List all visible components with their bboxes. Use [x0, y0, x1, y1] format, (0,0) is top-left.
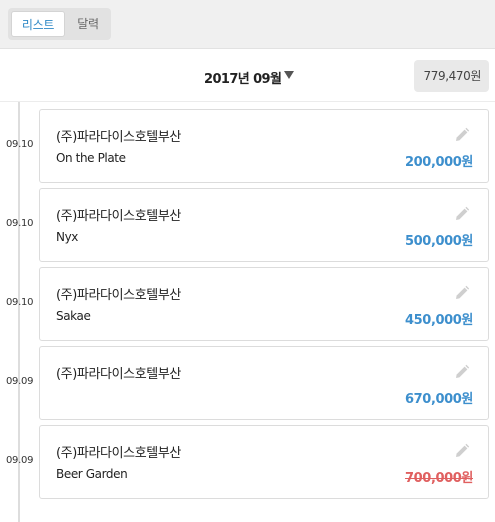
transaction-date: 09.10 [6, 218, 34, 229]
tab-list[interactable]: 리스트 [11, 11, 65, 37]
transaction-row: 09.10 (주)파라다이스호텔부산 Sakae 450,000원 [0, 267, 495, 341]
transaction-date: 09.10 [6, 139, 34, 150]
transaction-date: 09.09 [6, 376, 34, 387]
merchant-name: (주)파라다이스호텔부산 [56, 446, 181, 461]
month-bar: 2017년 09월 779,470원 [0, 50, 495, 102]
merchant-name: (주)파라다이스호텔부산 [56, 209, 181, 224]
month-total: 779,470원 [414, 60, 489, 92]
transaction-row: 09.10 (주)파라다이스호텔부산 Nyx 500,000원 [0, 188, 495, 262]
merchant-name: (주)파라다이스호텔부산 [56, 367, 181, 382]
transaction-card[interactable]: (주)파라다이스호텔부산 On the Plate 200,000원 [39, 109, 489, 183]
transaction-amount: 200,000원 [405, 155, 473, 170]
transaction-date: 09.09 [6, 455, 34, 466]
caret-down-icon[interactable] [284, 71, 294, 79]
pencil-icon[interactable] [454, 443, 470, 459]
transaction-amount-cancelled: 700,000원 [405, 471, 473, 486]
transaction-card[interactable]: (주)파라다이스호텔부산 Sakae 450,000원 [39, 267, 489, 341]
transaction-amount: 500,000원 [405, 234, 473, 249]
transaction-memo: Sakae [56, 309, 91, 323]
transaction-amount: 670,000원 [405, 392, 473, 407]
transaction-row: 09.09 (주)파라다이스호텔부산 670,000원 [0, 346, 495, 420]
pencil-icon[interactable] [454, 285, 470, 301]
transaction-row: 09.09 (주)파라다이스호텔부산 Beer Garden 700,000원 [0, 425, 495, 499]
view-toggle: 리스트 달력 [8, 8, 111, 40]
month-selector[interactable]: 2017년 09월 [204, 68, 282, 87]
merchant-name: (주)파라다이스호텔부산 [56, 288, 181, 303]
transaction-amount: 450,000원 [405, 313, 473, 328]
transaction-memo: On the Plate [56, 151, 126, 165]
transaction-date: 09.10 [6, 297, 34, 308]
transaction-memo: Beer Garden [56, 467, 128, 481]
transaction-card[interactable]: (주)파라다이스호텔부산 Beer Garden 700,000원 [39, 425, 489, 499]
tab-calendar[interactable]: 달력 [68, 11, 108, 37]
pencil-icon[interactable] [454, 364, 470, 380]
transaction-row: 09.10 (주)파라다이스호텔부산 On the Plate 200,000원 [0, 109, 495, 183]
transaction-memo: Nyx [56, 230, 78, 244]
pencil-icon[interactable] [454, 206, 470, 222]
top-bar: 리스트 달력 [0, 0, 495, 49]
merchant-name: (주)파라다이스호텔부산 [56, 130, 181, 145]
transaction-card[interactable]: (주)파라다이스호텔부산 Nyx 500,000원 [39, 188, 489, 262]
pencil-icon[interactable] [454, 127, 470, 143]
transaction-card[interactable]: (주)파라다이스호텔부산 670,000원 [39, 346, 489, 420]
